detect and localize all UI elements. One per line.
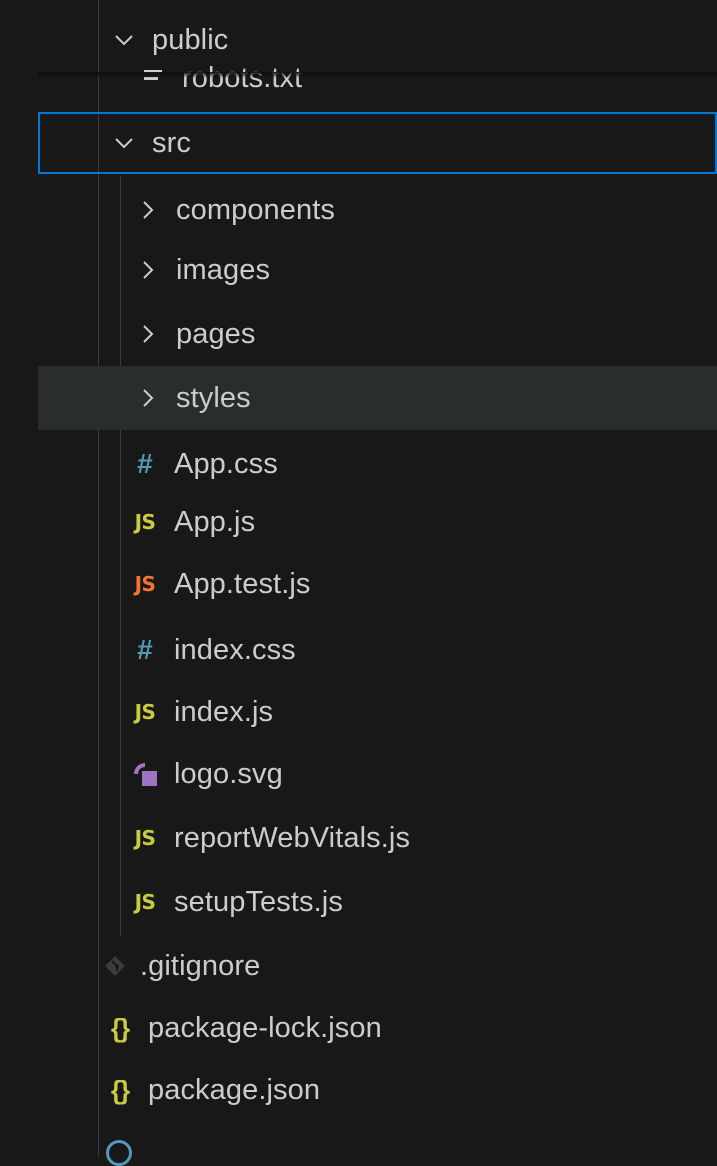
tree-item-label: package.json	[148, 1073, 321, 1106]
chevron-right-icon	[134, 320, 162, 348]
tree-folder-images[interactable]: images	[38, 238, 717, 302]
tree-item-label: styles	[176, 381, 251, 414]
tree-folder-components[interactable]: components	[38, 178, 717, 242]
js-test-file-icon: JS	[134, 572, 156, 596]
js-file-icon: JS	[134, 826, 156, 850]
tree-file-logo-svg[interactable]: logo.svg	[38, 742, 717, 806]
json-file-icon: {}	[110, 1074, 130, 1105]
tree-item-label: App.js	[174, 505, 256, 538]
tree-file-package-lock-json[interactable]: {} package-lock.json	[38, 996, 717, 1060]
tree-file-app-test-js[interactable]: JS App.test.js	[38, 552, 717, 616]
tree-item-label: .gitignore	[140, 949, 261, 982]
tree-item-label: public	[152, 23, 229, 56]
chevron-down-icon	[110, 26, 138, 54]
file-explorer: public robots.txt src components images …	[0, 0, 717, 1166]
tree-file-reportwebvitals-js[interactable]: JS reportWebVitals.js	[38, 806, 717, 870]
css-file-icon: #	[137, 634, 153, 665]
chevron-down-icon	[110, 129, 138, 157]
tree-file-app-js[interactable]: JS App.js	[38, 490, 717, 554]
chevron-right-icon	[134, 384, 162, 412]
explorer-left-gutter	[0, 0, 38, 1157]
js-file-icon: JS	[134, 510, 156, 534]
tree-item-label: pages	[176, 317, 256, 350]
tree-file-package-json[interactable]: {} package.json	[38, 1058, 717, 1122]
tree-item-label: index.js	[174, 695, 274, 728]
tree-file-app-css[interactable]: # App.css	[38, 432, 717, 496]
svg-file-icon	[128, 760, 162, 788]
tree-file-robots-txt[interactable]: robots.txt	[38, 60, 717, 104]
tree-item-label: package-lock.json	[148, 1011, 382, 1044]
json-file-icon: {}	[110, 1012, 130, 1043]
sticky-scroll-shadow	[38, 72, 717, 78]
js-file-icon: JS	[134, 890, 156, 914]
tree-folder-styles[interactable]: styles	[38, 366, 717, 430]
tree-folder-src[interactable]: src	[38, 112, 717, 174]
tree-item-label: logo.svg	[174, 757, 283, 790]
tree-item-label: robots.txt	[182, 62, 303, 94]
js-file-icon: JS	[134, 700, 156, 724]
tree-item-label: App.test.js	[174, 567, 311, 600]
tree-item-label: components	[176, 193, 335, 226]
tree-folder-pages[interactable]: pages	[38, 302, 717, 366]
chevron-right-icon	[134, 196, 162, 224]
git-file-icon	[100, 954, 130, 978]
tree-item-label: setupTests.js	[174, 885, 343, 918]
tree-item-label: index.css	[174, 633, 296, 666]
tree-item-label: App.css	[174, 447, 278, 480]
tree-file-setuptests-js[interactable]: JS setupTests.js	[38, 870, 717, 934]
css-file-icon: #	[137, 448, 153, 479]
tree-file-gitignore[interactable]: .gitignore	[38, 934, 717, 998]
partial-next-row-icon	[106, 1140, 132, 1166]
chevron-right-icon	[134, 256, 162, 284]
tree-item-label: reportWebVitals.js	[174, 821, 411, 854]
tree-item-label: images	[176, 253, 271, 286]
tree-item-label: src	[152, 126, 191, 159]
tree-file-index-js[interactable]: JS index.js	[38, 680, 717, 744]
tree-file-index-css[interactable]: # index.css	[38, 618, 717, 682]
